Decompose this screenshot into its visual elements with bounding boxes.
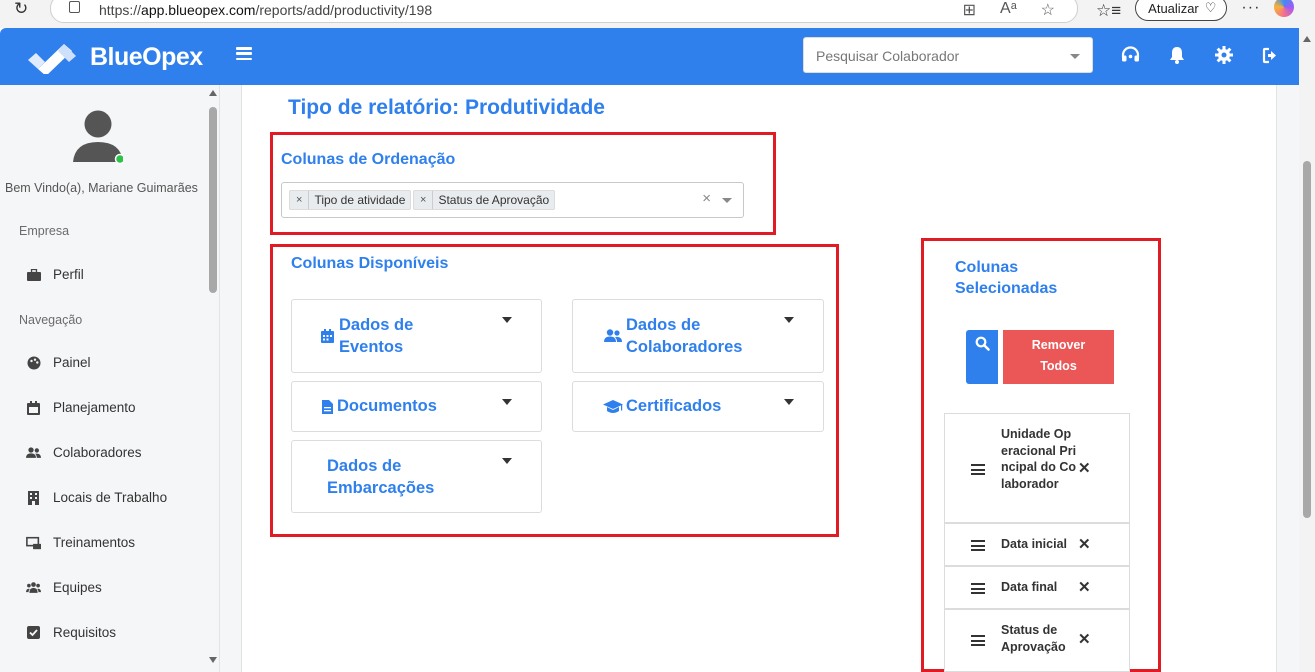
building-icon: [26, 490, 41, 505]
chevron-down-icon: [1070, 54, 1080, 59]
selected-column-item[interactable]: Unidade Operacional Principal do Colabor…: [944, 413, 1130, 523]
selected-column-item[interactable]: Data final ✕: [944, 566, 1130, 609]
chip-remove-icon[interactable]: ×: [414, 191, 434, 209]
calendar-icon: [321, 329, 334, 348]
search-collaborator-select[interactable]: Pesquisar Colaborador: [803, 37, 1093, 73]
remove-icon[interactable]: ✕: [1078, 459, 1091, 477]
calendar-icon: [26, 400, 41, 415]
brand-logo[interactable]: BlueOpex: [26, 40, 203, 76]
file-icon: [322, 400, 333, 419]
category-dados-de-colaboradores[interactable]: Dados de Colaboradores: [572, 299, 824, 373]
page-scrollbar[interactable]: [1299, 28, 1315, 672]
drag-handle-icon[interactable]: [971, 540, 985, 551]
reload-icon[interactable]: ↻: [14, 0, 28, 18]
update-button[interactable]: Atualizar ♡: [1135, 0, 1228, 21]
scrollbar-thumb[interactable]: [1303, 161, 1311, 518]
section-label-company: Empresa: [19, 224, 70, 238]
ordering-columns-title: Colunas de Ordenação: [281, 151, 456, 168]
search-icon: [975, 336, 990, 351]
address-bar[interactable]: https://app.blueopex.com/reports/add/pro…: [50, 0, 1078, 23]
chevron-down-icon[interactable]: [722, 198, 732, 203]
users-icon: [26, 445, 41, 460]
sidebar: Bem Vindo(a), Mariane Guimarães Empresa …: [0, 85, 220, 672]
favorites-icon[interactable]: ☆≡: [1096, 1, 1121, 21]
chip-remove-icon[interactable]: ×: [290, 191, 310, 209]
remove-icon[interactable]: ✕: [1078, 535, 1091, 553]
section-label-navigation: Navegação: [19, 313, 83, 327]
browser-toolbar: ↻ https://app.blueopex.com/reports/add/p…: [0, 0, 1315, 28]
copilot-icon[interactable]: [1274, 0, 1295, 17]
page-title: Tipo de relatório: Produtividade: [288, 96, 605, 119]
category-documentos[interactable]: Documentos: [291, 381, 542, 432]
drag-handle-icon[interactable]: [971, 464, 985, 475]
scroll-up-icon[interactable]: [1303, 36, 1311, 42]
heart-pulse-icon: ♡: [1204, 0, 1217, 15]
chevron-down-icon: [784, 399, 794, 405]
welcome-text: Bem Vindo(a), Mariane Guimarães: [5, 181, 198, 195]
scroll-down-icon[interactable]: [209, 657, 217, 663]
headset-icon[interactable]: [1120, 45, 1140, 65]
read-aloud-icon[interactable]: Aᵃ: [1000, 0, 1017, 20]
apps-icon[interactable]: ⊞: [963, 0, 976, 20]
remove-icon[interactable]: ✕: [1078, 630, 1091, 648]
sidebar-item-treinamentos[interactable]: Treinamentos: [26, 535, 135, 550]
menu-toggle-icon[interactable]: [236, 47, 252, 60]
selected-column-item[interactable]: Status de Aprovação ✕: [944, 609, 1130, 672]
graduation-cap-icon: [603, 400, 623, 419]
category-dados-de-embarcacoes[interactable]: Dados de Embarcações: [291, 440, 542, 513]
chevron-down-icon: [502, 458, 512, 464]
clear-icon[interactable]: ×: [702, 190, 711, 207]
sidebar-item-planejamento[interactable]: Planejamento: [26, 400, 136, 415]
team-icon: [26, 580, 41, 595]
sidebar-item-requisitos[interactable]: Requisitos: [26, 625, 116, 640]
sidebar-item-equipes[interactable]: Equipes: [26, 580, 102, 595]
scroll-up-icon[interactable]: [209, 90, 217, 96]
sidebar-item-locais-de-trabalho[interactable]: Locais de Trabalho: [26, 490, 167, 505]
checkmark-logo-icon: [26, 40, 78, 76]
brand-name: BlueOpex: [90, 42, 203, 71]
sidebar-item-perfil[interactable]: Perfil: [26, 267, 84, 282]
drag-handle-icon[interactable]: [971, 583, 985, 594]
chevron-down-icon: [784, 317, 794, 323]
logout-icon[interactable]: [1261, 45, 1281, 65]
menu-dots-icon[interactable]: ···: [1241, 0, 1260, 17]
favorite-star-icon[interactable]: ☆: [1041, 0, 1055, 20]
remove-icon[interactable]: ✕: [1078, 578, 1091, 596]
palette-icon: [26, 355, 41, 370]
sidebar-item-painel[interactable]: Painel: [26, 355, 91, 370]
sidebar-item-colaboradores[interactable]: Colaboradores: [26, 445, 142, 460]
ordering-chip: × Tipo de atividade: [289, 190, 412, 210]
gear-icon[interactable]: [1214, 45, 1234, 65]
avatar[interactable]: [73, 107, 126, 165]
app-header: BlueOpex Pesquisar Colaborador: [0, 28, 1299, 85]
chalkboard-icon: [26, 535, 41, 550]
drag-handle-icon[interactable]: [971, 635, 985, 646]
search-button[interactable]: [966, 330, 998, 384]
selected-columns-title: Colunas Selecionadas: [955, 259, 1058, 297]
remove-all-button[interactable]: Remover Todos: [1003, 330, 1114, 384]
category-dados-de-eventos[interactable]: Dados de Eventos: [291, 299, 542, 373]
available-columns-title: Colunas Disponíveis: [291, 255, 449, 272]
url-text[interactable]: https://app.blueopex.com/reports/add/pro…: [99, 2, 432, 18]
category-certificados[interactable]: Certificados: [572, 381, 824, 432]
checkbox-icon: [26, 625, 41, 640]
sidebar-scrollbar[interactable]: [207, 85, 220, 672]
briefcase-icon: [26, 267, 41, 282]
lock-icon: [69, 1, 80, 13]
chevron-down-icon: [502, 317, 512, 323]
scrollbar-thumb[interactable]: [209, 107, 217, 293]
selected-column-item[interactable]: Data inicial ✕: [944, 523, 1130, 566]
bell-icon[interactable]: [1167, 45, 1187, 65]
users-icon: [604, 329, 622, 347]
chevron-down-icon: [502, 399, 512, 405]
ordering-columns-select[interactable]: × Tipo de atividade × Status de Aprovaçã…: [281, 182, 744, 218]
ordering-chip: × Status de Aprovação: [413, 190, 556, 210]
